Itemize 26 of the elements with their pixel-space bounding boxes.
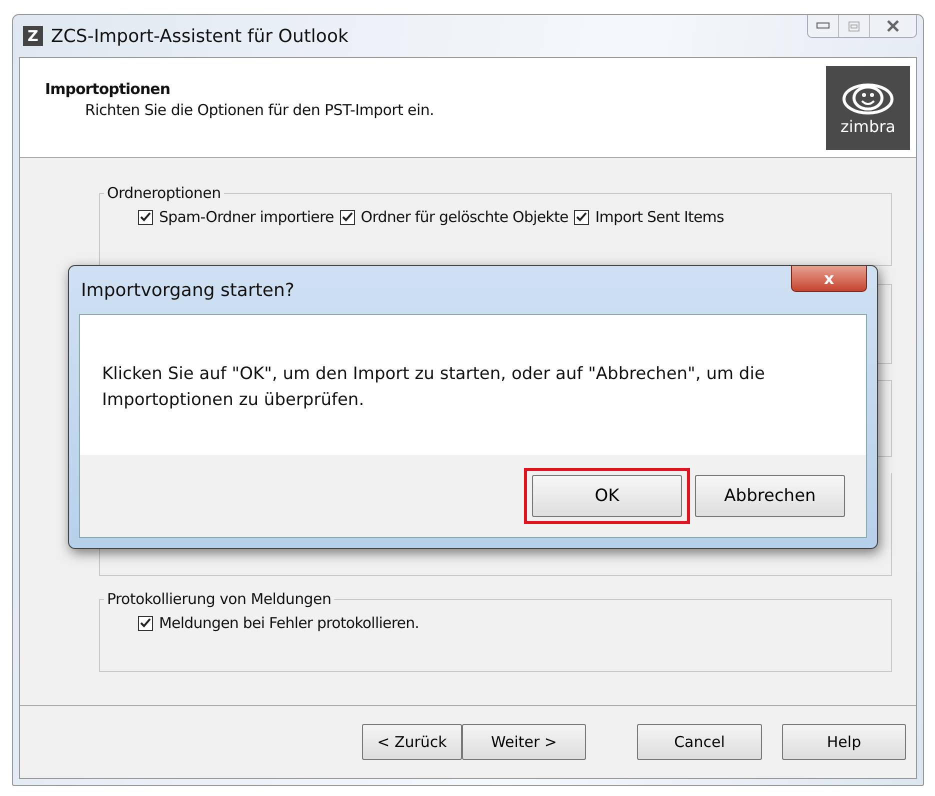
app-icon: Z — [23, 26, 43, 46]
checkbox-option[interactable]: Meldungen bei Fehler protokollieren. — [138, 614, 420, 632]
page-title: Importoptionen — [45, 80, 172, 98]
dialog-button[interactable]: OK — [532, 475, 682, 517]
page-subtitle: Richten Sie die Optionen für den PST-Import ein. — [85, 101, 434, 119]
dialog-message: Klicken Sie auf "OK", um den Import zu starten, oder auf "Abbrechen", um die Importoptionen zu überprüfen. — [80, 315, 866, 455]
group-title: Protokollierung von Meldungen — [106, 590, 332, 608]
wizard-button[interactable]: Cancel — [637, 724, 762, 760]
dialog-title: Importvorgang starten? — [81, 280, 294, 300]
dialog-button[interactable]: Abbrechen — [695, 475, 845, 517]
window-title: ZCS-Import-Assistent für Outlook — [51, 26, 350, 46]
maximize-icon — [848, 20, 860, 32]
checkbox[interactable] — [574, 210, 590, 224]
close-icon — [886, 20, 900, 32]
minimize-icon — [816, 22, 830, 30]
wizard-button[interactable]: < Zurück — [362, 724, 462, 760]
checkbox-option[interactable]: Spam-Ordner importiere — [138, 208, 334, 226]
checkbox[interactable] — [138, 210, 153, 224]
checkbox[interactable] — [340, 210, 355, 224]
checkbox-option[interactable]: Ordner für gelöschte Objekte — [340, 208, 568, 226]
group-title: Ordneroptionen — [106, 184, 222, 202]
wizard-button[interactable]: Help — [782, 724, 906, 760]
checkbox-option[interactable]: Import Sent Items — [574, 208, 724, 226]
wizard-button[interactable]: Weiter > — [462, 724, 586, 760]
logo-text: zimbra — [840, 116, 896, 136]
checkbox[interactable] — [138, 616, 153, 630]
